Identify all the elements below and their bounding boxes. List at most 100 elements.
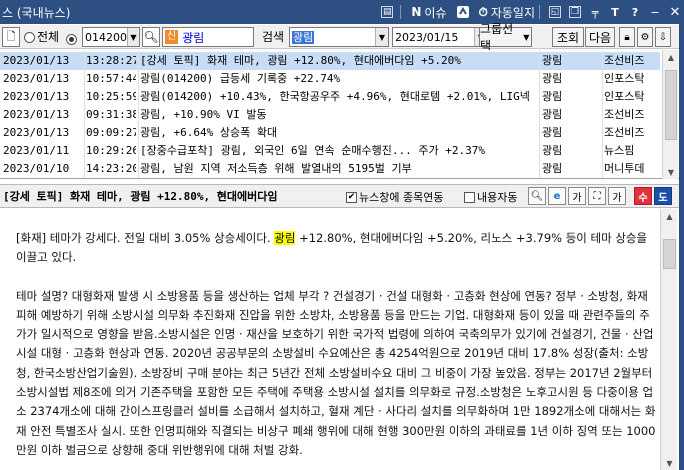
column-divider xyxy=(539,50,540,178)
add-icon[interactable]: 수 xyxy=(634,187,652,205)
table-row[interactable]: 2023/01/13 09:09:27 광림, +6.64% 상승폭 확대 광림… xyxy=(0,124,660,142)
link-stock-checkbox[interactable]: ✔ 뉴스창에 종목연동 xyxy=(346,189,443,205)
browser-icon[interactable]: e xyxy=(548,187,566,205)
stock-code-value: 014200 xyxy=(85,30,127,44)
date-field[interactable]: 2023/01/15▼ xyxy=(392,27,488,47)
window-icon[interactable]: ▤ xyxy=(378,4,396,20)
refresh-logo-icon[interactable] xyxy=(454,4,472,20)
table-row[interactable]: 2023/01/10 14:23:20 광림, 남원 지역 저소득층 위해 발열… xyxy=(0,160,660,178)
stock-name-field[interactable]: 신 광림 xyxy=(162,27,254,47)
news-date: 2023/01/13 xyxy=(3,90,70,103)
news-source: 조선비즈 xyxy=(604,108,645,121)
table-row[interactable]: 2023/01/13 10:25:59 광림(014200) +10.43%, … xyxy=(0,88,660,106)
tile-icon[interactable]: ◱ xyxy=(546,4,564,20)
issue-button[interactable]: N 이슈 xyxy=(411,4,446,21)
next-label: 다음 xyxy=(588,30,612,45)
zoom-icon[interactable]: 🔍︎ xyxy=(528,187,546,205)
auto-log-button[interactable]: ⏱ 자동일지 xyxy=(478,4,535,21)
chevron-down-icon[interactable]: ▼ xyxy=(375,28,388,46)
radio-all-circle[interactable] xyxy=(24,31,35,43)
inquire-label: 조회 xyxy=(556,30,580,45)
radio-stock-code[interactable] xyxy=(66,27,79,47)
next-button[interactable]: 다음 xyxy=(585,27,615,47)
group-select-button[interactable]: 그룹선택 ▼ xyxy=(479,22,532,53)
news-source: 머니투데 xyxy=(604,162,645,175)
clock-icon: ⏱ xyxy=(478,4,488,19)
download-icon[interactable]: ⇩ xyxy=(655,27,671,47)
auto-content-checkbox[interactable]: 내용자동 xyxy=(464,189,517,205)
table-row[interactable]: 2023/01/11 10:29:26 [장중수급포착] 광림, 외국인 6일 … xyxy=(0,142,660,160)
scroll-down-icon[interactable]: ▼ xyxy=(663,165,679,179)
scroll-thumb[interactable] xyxy=(665,70,677,140)
news-source: 인포스탁 xyxy=(604,72,645,85)
font-larger-icon[interactable]: 가 xyxy=(608,187,626,205)
document-icon[interactable]: 🗋 xyxy=(2,27,20,47)
title-bar: 스 (국내뉴스) ▤ N 이슈 ⏱ 자동일지 ◱ ❐ ╤ T ? − ✕ xyxy=(0,0,684,24)
news-title: 광림(014200) 급등세 기록중 +22.74% xyxy=(140,72,341,85)
column-divider xyxy=(84,50,85,178)
font-smaller-icon[interactable]: 가 xyxy=(568,187,586,205)
search-toolbar: 🗋 전체 014200▼ 🔍︎ 신광림 검색 광림▼ 2023/01/15▼ 그… xyxy=(0,22,684,53)
chevron-down-icon: ▼ xyxy=(523,32,530,42)
news-date: 2023/01/13 xyxy=(3,54,70,67)
article-scrollbar[interactable]: ▲ ▼ xyxy=(660,209,677,470)
checkbox-unchecked[interactable] xyxy=(464,191,475,203)
news-time: 13:28:27 xyxy=(86,54,136,67)
n-logo-icon: N xyxy=(411,5,422,19)
table-row[interactable]: 2023/01/13 10:57:44 광림(014200) 급등세 기록중 +… xyxy=(0,70,660,88)
scroll-down-icon[interactable]: ▼ xyxy=(661,456,678,470)
gear-icon[interactable]: ⚙ xyxy=(637,27,653,47)
divider xyxy=(400,5,402,19)
article-text-segment: [화재] 테마가 강세다. 전일 대비 3.05% 상승세이다. xyxy=(16,231,275,245)
column-divider xyxy=(602,50,603,178)
inquire-button[interactable]: 조회 xyxy=(552,27,584,47)
news-title: [장중수급포착] 광림, 외국인 6일 연속 순매수행진... 주가 +2.37… xyxy=(140,144,485,157)
title-bar-controls: ▤ N 이슈 ⏱ 자동일지 ◱ ❐ ╤ T ? − ✕ xyxy=(376,0,684,24)
font-t-icon[interactable]: T xyxy=(606,4,624,20)
table-row[interactable]: 2023/01/13 09:31:38 광림, +10.90% VI 발동 광림… xyxy=(0,106,660,124)
news-title: [강세 토픽] 화재 테마, 광림 +12.80%, 현대에버다임 +5.20% xyxy=(140,54,461,67)
radio-stock-code-circle[interactable] xyxy=(66,33,77,45)
table-row[interactable]: 2023/01/13 13:28:27 [강세 토픽] 화재 테마, 광림 +1… xyxy=(0,52,660,70)
expand-icon[interactable]: ⛶ xyxy=(588,187,606,205)
divider xyxy=(539,5,540,19)
news-date: 2023/01/10 xyxy=(3,162,70,175)
auto-log-label: 자동일지 xyxy=(490,5,535,20)
news-time: 10:25:59 xyxy=(86,90,136,103)
search-icon[interactable]: 🔍︎ xyxy=(142,27,160,47)
news-stock-name: 광림 xyxy=(542,54,563,67)
news-stock-name: 광림 xyxy=(542,108,563,121)
news-date: 2023/01/11 xyxy=(3,144,70,157)
date-value: 2023/01/15 xyxy=(395,30,459,44)
news-time: 14:23:20 xyxy=(86,162,136,175)
news-list: 2023/01/13 13:28:27 [강세 토픽] 화재 테마, 광림 +1… xyxy=(0,50,684,179)
help-icon[interactable]: ? xyxy=(626,4,644,20)
news-title: 광림, +10.90% VI 발동 xyxy=(140,108,267,121)
news-time: 10:29:26 xyxy=(86,144,136,157)
scroll-up-icon[interactable]: ▲ xyxy=(663,50,679,64)
lock-icon[interactable]: 🔒︎ xyxy=(619,27,635,47)
stock-name-value: 광림 xyxy=(182,30,205,45)
pin-icon[interactable]: ╤ xyxy=(586,4,604,20)
radio-all[interactable]: 전체 xyxy=(24,27,59,47)
article-header: [강세 토픽] 화재 테마, 광림 +12.80%, 현대에버다임 ✔ 뉴스창에 … xyxy=(0,184,684,208)
chevron-down-icon[interactable]: ▼ xyxy=(127,28,139,46)
restore-icon[interactable]: ❐ xyxy=(566,4,584,20)
checkbox-checked[interactable]: ✔ xyxy=(346,191,357,203)
article-paragraph: [화재] 테마가 강세다. 전일 대비 3.05% 상승세이다. 광림 +12.… xyxy=(16,229,657,268)
minimize-icon[interactable]: − xyxy=(646,4,664,20)
stock-code-select[interactable]: 014200 ▼ xyxy=(82,27,140,47)
news-stock-name: 광림 xyxy=(542,162,563,175)
list-scrollbar[interactable]: ▲ ▼ xyxy=(662,50,678,179)
close-icon[interactable]: ✕ xyxy=(666,4,684,20)
news-date: 2023/01/13 xyxy=(3,126,70,139)
keyword-select[interactable]: 광림 ▼ xyxy=(289,27,389,47)
news-title: 광림, 남원 지역 저소득층 위해 발열내의 5195벌 기부 xyxy=(140,162,412,175)
scroll-thumb[interactable] xyxy=(663,239,676,269)
new-badge: 신 xyxy=(165,30,179,44)
keyword-value: 광림 xyxy=(292,31,315,44)
window-right-border xyxy=(679,24,684,470)
scroll-up-icon[interactable]: ▲ xyxy=(661,209,678,223)
save-icon[interactable]: 도 xyxy=(654,187,672,205)
column-divider xyxy=(138,50,139,178)
